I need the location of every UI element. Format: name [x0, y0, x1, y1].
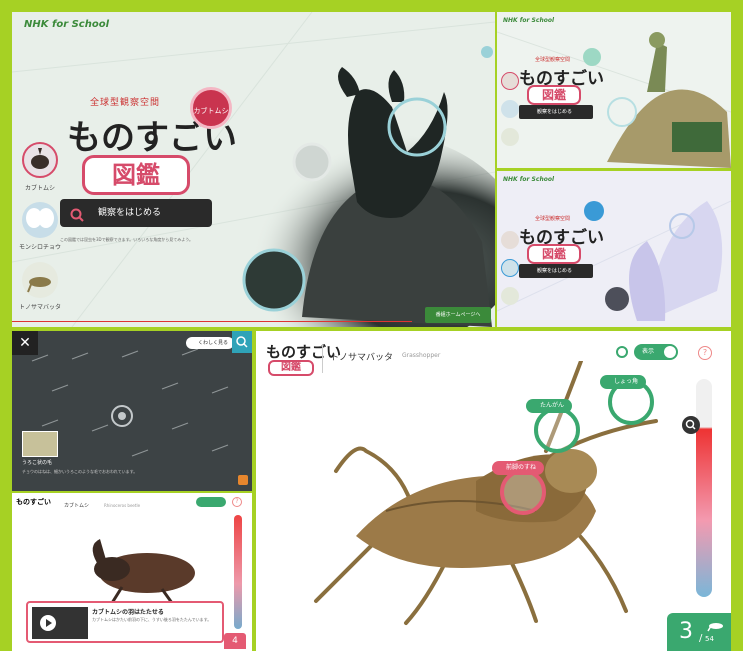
- beetle-counter: 4: [224, 633, 246, 649]
- hotspot-foreleg[interactable]: [500, 469, 546, 515]
- beetle-name: カブトムシ: [64, 503, 90, 509]
- close-button[interactable]: ✕: [12, 331, 38, 355]
- beetle-logo-title[interactable]: ものすごい: [16, 497, 51, 507]
- counter-total: 54: [705, 635, 714, 643]
- beetle-view-toggle[interactable]: [196, 497, 226, 507]
- hotspot-label-ocellus[interactable]: たんがん: [526, 399, 573, 413]
- start-search-button-mini-1[interactable]: 観察をはじめる: [519, 105, 593, 119]
- nhk-brand-mini-2[interactable]: NHK for School: [503, 176, 554, 183]
- popup-title: カブトムシの羽はたたせる: [92, 609, 164, 616]
- subtitle-mini-1: 全球型観察空間: [535, 57, 571, 63]
- mini-thumb-1b[interactable]: [501, 100, 519, 118]
- butterfly-icon: [22, 208, 58, 242]
- grasshopper-icon: [707, 617, 725, 636]
- hotspot-ocellus[interactable]: [534, 407, 580, 453]
- micro-caption: うろこ状の毛: [22, 460, 53, 466]
- mini-thumb-1a[interactable]: [501, 72, 519, 90]
- zoom-slider-handle[interactable]: [682, 416, 700, 434]
- landing-mini-panel-2: NHK for School 全球型観察空間 ものすごい 図鑑 観察をはじめる: [497, 171, 731, 327]
- beetle-zoom-slider[interactable]: [234, 515, 242, 629]
- subtitle-mini-2: 全球型観察空間: [535, 216, 571, 222]
- beetle-detail-panel: ものすごい カブトムシ Rhinoceros beetle ? カブトムシの羽は…: [12, 493, 252, 651]
- mini-thumb-2c[interactable]: [501, 287, 519, 305]
- beetle-3d-model[interactable]: [52, 535, 222, 605]
- counter-current: 3: [679, 619, 693, 644]
- insect-badge[interactable]: カブトムシ: [190, 87, 232, 129]
- mini-thumb-1c[interactable]: [501, 128, 519, 146]
- start-search-button-mini-2[interactable]: 観察をはじめる: [519, 264, 593, 278]
- popup-text: カブトムシはかたい前羽の下に、うすい後ろ羽をたたんでいます。: [92, 617, 212, 622]
- magnifier-icon: [682, 419, 700, 438]
- thumb-beetle[interactable]: [22, 142, 58, 178]
- grasshopper-detail-panel: ものすごい 図鑑 トノサマバッタ Grasshopper 表示 ? しょっ角 た…: [256, 331, 731, 651]
- description: この図鑑では昆虫を3Dで観察できます。いろいろな角度から見てみよう。: [60, 237, 193, 242]
- detail-toggle[interactable]: くわしく見る: [186, 337, 234, 349]
- micro-scales-image: [31, 348, 229, 457]
- zoom-button[interactable]: [232, 331, 252, 353]
- homepage-link[interactable]: 番組ホームページへ: [425, 307, 491, 323]
- insect-name-en: Grasshopper: [402, 352, 441, 359]
- zoom-slider-track[interactable]: [696, 379, 712, 597]
- orange-marker[interactable]: [238, 475, 248, 485]
- thumb-label-beetle: カブトムシ: [24, 185, 55, 192]
- nhk-brand[interactable]: NHK for School: [24, 19, 109, 30]
- search-label-mini-2: 観察をはじめる: [537, 268, 573, 274]
- micro-caption-body: チョウのはねは、細かいうろこのような毛でおおわれています。: [22, 469, 138, 474]
- zukan-mini-1: 図鑑: [527, 85, 581, 105]
- zukan-mini-2: 図鑑: [527, 244, 581, 264]
- mini-thumb-2b[interactable]: [501, 259, 519, 277]
- search-label-mini-1: 観察をはじめる: [537, 109, 573, 115]
- thumb-label-grasshopper: トノサマバッタ: [18, 304, 61, 311]
- landing-panel: NHK for School 全球型観察空間 ものすごい 図鑑 カブトムシ カブ…: [12, 12, 495, 327]
- microscope-panel: ✕ くわしく見る うろこ状の毛 チョウのはねは、細かいうろこのような毛でおおわれ…: [12, 331, 252, 491]
- beetle-name-en: Rhinoceros beetle: [104, 503, 141, 508]
- thumb-butterfly[interactable]: [22, 202, 58, 238]
- help-button[interactable]: ?: [698, 346, 712, 360]
- label-toggle[interactable]: 表示: [634, 344, 678, 360]
- play-icon: [32, 615, 88, 643]
- search-icon: [70, 206, 84, 222]
- landing-mini-panel-1: NHK for School 全球型観察空間 ものすごい 図鑑 観察をはじめる: [497, 12, 731, 168]
- hotspot-label-antenna[interactable]: しょっ角: [600, 375, 647, 389]
- butterfly-thumbnail[interactable]: [22, 431, 58, 457]
- magnifier-icon: [232, 336, 252, 357]
- beetle-info-popup: カブトムシの羽はたたせる カブトムシはかたい前羽の下に、うすい後ろ羽をたたんでい…: [26, 601, 224, 643]
- thumb-grasshopper[interactable]: [22, 262, 58, 298]
- counter-separator: /: [699, 633, 703, 644]
- beetle-icon: [24, 148, 56, 180]
- page-counter: 3 / 54: [667, 613, 731, 651]
- subtitle: 全球型観察空間: [90, 98, 161, 108]
- thumb-label-butterfly: モンシロチョウ: [18, 244, 61, 251]
- title-zukan: 図鑑: [82, 155, 190, 195]
- grasshopper-icon: [22, 277, 58, 302]
- nhk-brand-mini-1[interactable]: NHK for School: [503, 17, 554, 24]
- search-label: 観察をはじめる: [98, 208, 162, 218]
- mini-thumb-2a[interactable]: [501, 231, 519, 249]
- popup-video-thumbnail[interactable]: [32, 607, 88, 639]
- ruler-divider: [12, 321, 412, 327]
- start-search-button[interactable]: 観察をはじめる: [60, 199, 212, 227]
- beetle-help-button[interactable]: ?: [232, 497, 242, 507]
- label-radio[interactable]: [616, 346, 628, 358]
- hotspot-label-foreleg[interactable]: 前脚のすね: [492, 461, 545, 475]
